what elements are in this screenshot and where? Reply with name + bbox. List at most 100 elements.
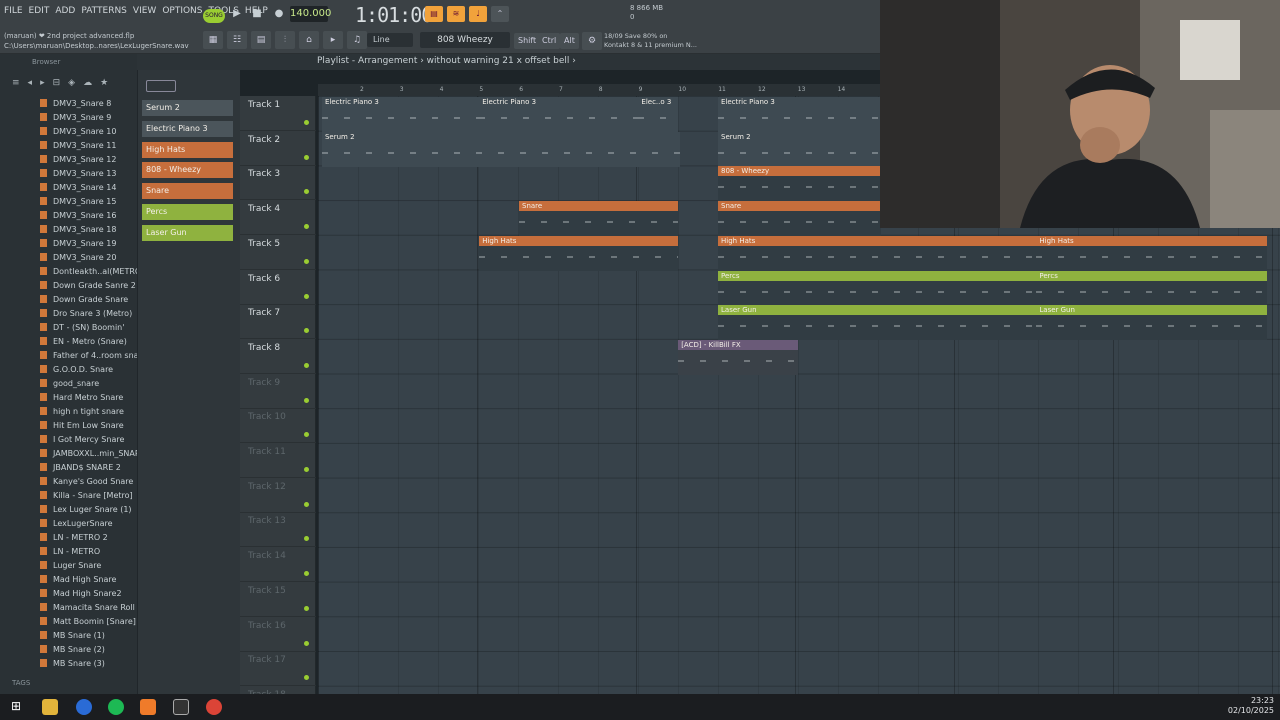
cloud-icon[interactable]: ☁: [83, 78, 92, 88]
view-mode-icon[interactable]: ◈: [68, 78, 75, 88]
playlist-clip[interactable]: Snare: [718, 201, 882, 237]
playlist-clip[interactable]: High Hats: [1036, 235, 1268, 271]
song-mode-toggle[interactable]: SONG: [203, 9, 225, 23]
browser-item[interactable]: EN - Metro (Snare): [40, 334, 137, 348]
browser-item[interactable]: DMV3_Snare 14: [40, 180, 137, 194]
playlist-clip[interactable]: Percs: [718, 270, 1037, 306]
picker-item[interactable]: Serum 2: [142, 100, 233, 116]
countdown-icon[interactable]: ≋: [447, 6, 465, 22]
track-mute-toggle[interactable]: [304, 362, 309, 368]
piano-roll-icon[interactable]: ☷: [227, 31, 247, 49]
browser-item[interactable]: DMV3_Snare 10: [40, 124, 137, 138]
track-header[interactable]: Track 17: [240, 651, 316, 687]
playlist-clip[interactable]: Elec..o 3: [638, 97, 679, 132]
browser-item[interactable]: JBAND$ SNARE 2: [40, 460, 137, 474]
menu-view[interactable]: VIEW: [133, 6, 156, 16]
metronome-toggle-icon[interactable]: ♩: [469, 6, 487, 22]
track-mute-toggle[interactable]: [304, 536, 309, 542]
track-mute-toggle[interactable]: [304, 467, 309, 472]
fl-studio-icon[interactable]: [140, 699, 156, 715]
browser-item[interactable]: Dontleakth..al(METRO): [40, 264, 137, 278]
browser-item[interactable]: MB Snare (1): [40, 628, 137, 642]
browser-item[interactable]: DMV3_Snare 18: [40, 222, 137, 236]
playlist-clip[interactable]: Electric Piano 3: [321, 97, 482, 132]
picker-item[interactable]: Laser Gun: [142, 224, 233, 241]
track-mute-toggle[interactable]: [304, 189, 309, 195]
track-header[interactable]: Track 4: [240, 200, 316, 236]
browser-item[interactable]: LN - METRO 2: [40, 530, 137, 544]
spotify-icon[interactable]: [108, 699, 124, 715]
browser-item[interactable]: Mad High Snare: [40, 572, 137, 586]
browser-item[interactable]: DT - (SN) Boomin': [40, 320, 137, 334]
news-hint[interactable]: 18/09 Save 80% on Kontakt 8 & 11 premium…: [604, 32, 697, 50]
browser-item[interactable]: DMV3_Snare 8: [40, 96, 137, 110]
picker-mode-icon[interactable]: [146, 80, 176, 92]
arrow-left-icon[interactable]: ◂: [28, 78, 33, 88]
playlist-clip[interactable]: Laser Gun: [718, 305, 1037, 341]
track-mute-toggle[interactable]: [304, 120, 309, 125]
menu-options[interactable]: OPTIONS: [162, 6, 202, 16]
track-mute-toggle[interactable]: [304, 571, 309, 577]
play-icon[interactable]: ▶: [229, 7, 245, 21]
track-mute-toggle[interactable]: [304, 605, 309, 611]
stop-icon[interactable]: ■: [249, 7, 265, 21]
browser-item[interactable]: DMV3_Snare 13: [40, 166, 137, 180]
microphone-icon[interactable]: ♫: [347, 31, 367, 49]
menu-patterns[interactable]: PATTERNS: [81, 6, 127, 16]
playlist-clip[interactable]: Percs: [1036, 270, 1268, 306]
collapse-icon[interactable]: ⊟: [53, 78, 61, 88]
browser-item[interactable]: Kanye's Good Snare: [40, 474, 137, 488]
playlist-view-icon[interactable]: ▦: [203, 31, 223, 49]
track-header[interactable]: Track 14: [240, 547, 316, 583]
track-header[interactable]: Track 1: [240, 96, 316, 131]
arrow-right-icon[interactable]: ▸: [40, 78, 45, 88]
browser-item[interactable]: DMV3_Snare 16: [40, 208, 137, 222]
track-header[interactable]: Track 5: [240, 235, 316, 270]
track-header[interactable]: Track 2: [240, 131, 316, 166]
picker-item[interactable]: 808 - Wheezy: [142, 162, 233, 179]
browser-item[interactable]: good_snare: [40, 376, 137, 390]
track-mute-toggle[interactable]: [304, 293, 309, 299]
browser-item[interactable]: MB Snare (2): [40, 642, 137, 656]
menu-file[interactable]: FILE: [4, 6, 23, 16]
star-icon[interactable]: ★: [100, 78, 108, 88]
playlist-clip[interactable]: Snare: [519, 201, 679, 237]
playlist-clip[interactable]: Serum 2: [718, 131, 882, 167]
track-header[interactable]: Track 10: [240, 408, 316, 444]
browser-item[interactable]: DMV3_Snare 11: [40, 138, 137, 152]
snap-selector[interactable]: Line: [367, 33, 413, 47]
browser-item[interactable]: Mad High Snare2: [40, 586, 137, 600]
browser-item[interactable]: DMV3_Snare 19: [40, 236, 137, 250]
record-icon[interactable]: ●: [271, 7, 287, 21]
windows-start-icon[interactable]: ⊞: [8, 699, 24, 715]
playlist-clip[interactable]: Electric Piano 3: [479, 97, 639, 132]
browser-item[interactable]: MB Snare (3): [40, 656, 137, 670]
playlist-clip[interactable]: Serum 2: [321, 131, 681, 167]
track-mute-toggle[interactable]: [304, 328, 309, 334]
picker-item[interactable]: Percs: [142, 204, 233, 220]
track-mute-toggle[interactable]: [304, 501, 309, 507]
browser-item[interactable]: Hard Metro Snare: [40, 390, 137, 404]
browser-item[interactable]: Killa - Snare [Metro]: [40, 488, 137, 502]
track-mute-toggle[interactable]: [304, 154, 309, 160]
track-mute-toggle[interactable]: [304, 258, 309, 264]
playlist-clip[interactable]: Electric Piano 3: [718, 97, 882, 132]
track-header[interactable]: Track 12: [240, 478, 316, 513]
picker-item[interactable]: Electric Piano 3: [142, 120, 233, 137]
browser-tags-label[interactable]: TAGS: [12, 679, 30, 687]
channel-rack-icon[interactable]: ▤: [251, 31, 271, 49]
browser-item[interactable]: I Got Mercy Snare: [40, 432, 137, 446]
wait-input-icon[interactable]: ⌃: [491, 6, 509, 22]
browser-item[interactable]: Luger Snare: [40, 558, 137, 572]
browser-item[interactable]: DMV3_Snare 12: [40, 152, 137, 166]
browser-item[interactable]: Dro Snare 3 (Metro): [40, 306, 137, 320]
browser-item[interactable]: DMV3_Snare 20: [40, 250, 137, 264]
playlist-clip[interactable]: [ACD] - KillBill FX: [678, 339, 798, 375]
pattern-record-icon[interactable]: ▤: [425, 6, 443, 22]
playlist-clip[interactable]: 808 - Wheezy: [718, 166, 882, 202]
track-header[interactable]: Track 16: [240, 617, 316, 652]
track-mute-toggle[interactable]: [304, 640, 309, 646]
browser-item[interactable]: Matt Boomin [Snare]: [40, 614, 137, 628]
browser-item[interactable]: DMV3_Snare 9: [40, 110, 137, 124]
file-explorer-icon[interactable]: [42, 699, 58, 715]
